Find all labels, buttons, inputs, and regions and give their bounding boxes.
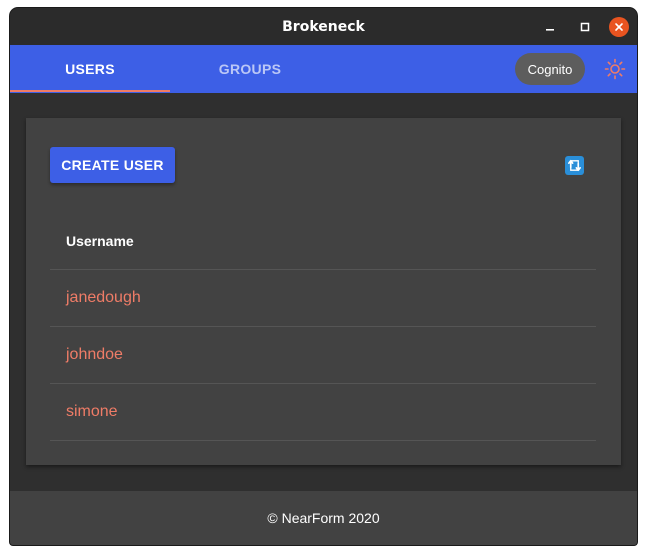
theme-toggle-button[interactable] [603, 57, 627, 81]
tab-groups[interactable]: GROUPS [170, 45, 330, 93]
main-content: CREATE USER Username janedough johndoe s… [10, 93, 637, 491]
footer-copyright: © NearForm 2020 [267, 510, 380, 526]
user-link[interactable]: johndoe [66, 346, 123, 364]
footer: © NearForm 2020 [10, 491, 637, 545]
table-header-username: Username [50, 213, 596, 270]
tab-users[interactable]: USERS [10, 45, 170, 93]
users-table: Username janedough johndoe simone [50, 213, 596, 441]
refresh-button[interactable] [565, 156, 584, 175]
close-icon [615, 23, 623, 31]
close-button[interactable] [609, 17, 629, 37]
table-row: simone [50, 384, 596, 441]
user-link[interactable]: janedough [66, 289, 141, 307]
refresh-icon [568, 159, 581, 172]
user-link[interactable]: simone [66, 403, 118, 421]
table-row: janedough [50, 270, 596, 327]
minimize-icon [546, 29, 554, 31]
table-row: johndoe [50, 327, 596, 384]
app-window: Brokeneck USERS GROUPS Cognito CREATE US… [10, 8, 637, 545]
users-card: CREATE USER Username janedough johndoe s… [26, 118, 621, 465]
maximize-icon [580, 22, 590, 32]
app-bar: USERS GROUPS Cognito [10, 45, 637, 93]
maximize-button[interactable] [575, 17, 595, 37]
active-tab-indicator [10, 90, 170, 92]
minimize-button[interactable] [540, 17, 560, 37]
create-user-button[interactable]: CREATE USER [50, 147, 175, 183]
window-title: Brokeneck [282, 18, 365, 35]
provider-chip[interactable]: Cognito [515, 53, 585, 85]
title-bar: Brokeneck [10, 8, 637, 45]
sun-icon [604, 58, 626, 80]
